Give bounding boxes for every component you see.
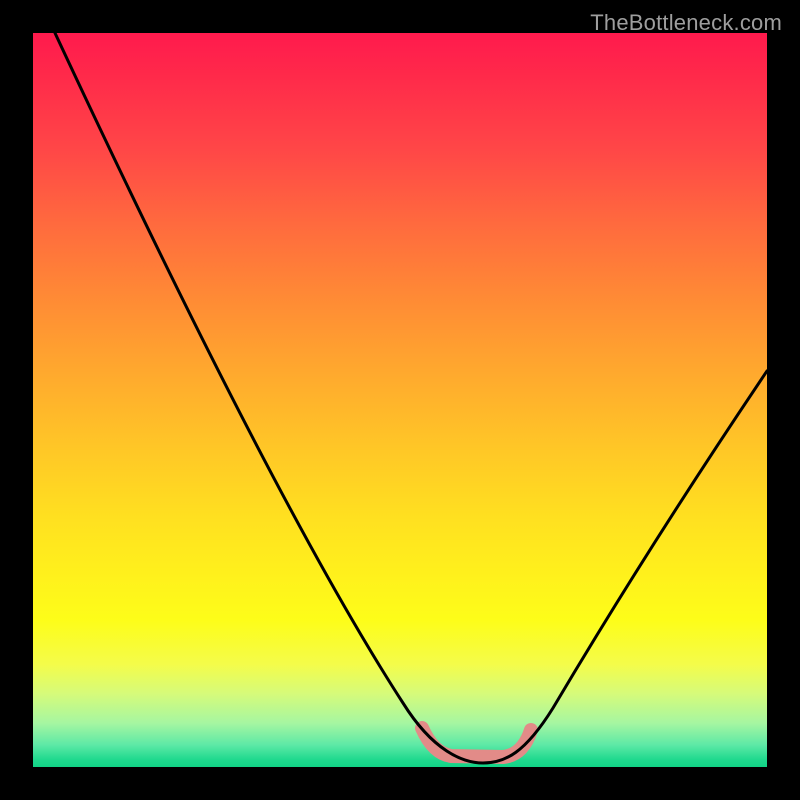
chart-stage: TheBottleneck.com: [0, 0, 800, 800]
bottleneck-curve: [55, 33, 767, 763]
watermark-label: TheBottleneck.com: [590, 10, 782, 36]
curve-layer: [33, 33, 767, 767]
plot-area: [33, 33, 767, 767]
